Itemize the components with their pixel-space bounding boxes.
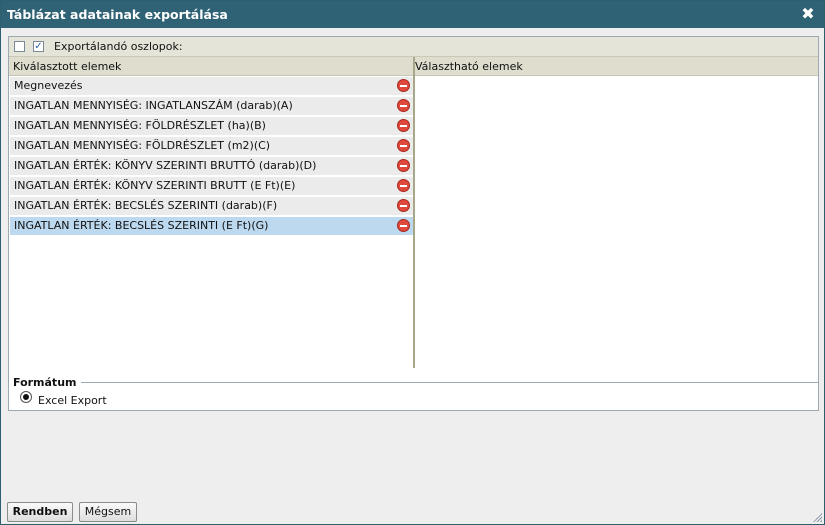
- select-all-checkbox[interactable]: ✓: [33, 41, 44, 52]
- dialog-titlebar[interactable]: Táblázat adatainak exportálása ✖: [1, 1, 824, 28]
- selected-items-list: Megnevezés INGATLAN MENNYISÉG: INGATLANS…: [10, 77, 413, 368]
- list-item[interactable]: INGATLAN ÉRTÉK: KÖNYV SZERINTI BRUTTÓ (d…: [10, 157, 413, 175]
- list-item[interactable]: INGATLAN MENNYISÉG: INGATLANSZÁM (darab)…: [10, 97, 413, 115]
- list-item[interactable]: INGATLAN MENNYISÉG: FÖLDRÉSZLET (ha)(B): [10, 117, 413, 135]
- list-item[interactable]: INGATLAN ÉRTÉK: KÖNYV SZERINTI BRUTT (E …: [10, 177, 413, 195]
- remove-icon[interactable]: [397, 159, 410, 172]
- select-none-checkbox[interactable]: [14, 41, 25, 52]
- export-dialog: Táblázat adatainak exportálása ✖ ✓ Expor…: [0, 0, 825, 525]
- remove-icon[interactable]: [397, 99, 410, 112]
- remove-icon[interactable]: [397, 199, 410, 212]
- format-divider: [77, 382, 818, 383]
- remove-icon[interactable]: [397, 119, 410, 132]
- columns-toolbar: ✓ Exportálandó oszlopok:: [9, 37, 818, 57]
- remove-icon[interactable]: [397, 139, 410, 152]
- excel-export-radio[interactable]: [20, 391, 32, 403]
- list-item-label: INGATLAN ÉRTÉK: KÖNYV SZERINTI BRUTTÓ (d…: [14, 159, 317, 172]
- list-item-label: INGATLAN MENNYISÉG: INGATLANSZÁM (darab)…: [14, 99, 293, 112]
- list-item-label: INGATLAN ÉRTÉK: KÖNYV SZERINTI BRUTT (E …: [14, 179, 296, 192]
- close-icon[interactable]: ✖: [800, 5, 816, 23]
- available-items-header: Választható elemek: [415, 60, 523, 73]
- format-section: Formátum Excel Export: [9, 376, 818, 410]
- list-item[interactable]: INGATLAN ÉRTÉK: BECSLÉS SZERINTI (darab)…: [10, 197, 413, 215]
- ok-button[interactable]: Rendben: [7, 502, 73, 522]
- list-item[interactable]: INGATLAN ÉRTÉK: BECSLÉS SZERINTI (E Ft)(…: [10, 217, 413, 235]
- cancel-button[interactable]: Mégsem: [79, 502, 137, 522]
- list-item-label: Megnevezés: [14, 79, 83, 92]
- available-items-list[interactable]: [415, 77, 816, 368]
- list-item-label: INGATLAN MENNYISÉG: FÖLDRÉSZLET (m2)(C): [14, 139, 271, 152]
- list-item-label: INGATLAN MENNYISÉG: FÖLDRÉSZLET (ha)(B): [14, 119, 266, 132]
- list-item-label: INGATLAN ÉRTÉK: BECSLÉS SZERINTI (E Ft)(…: [14, 219, 269, 232]
- list-item[interactable]: INGATLAN MENNYISÉG: FÖLDRÉSZLET (m2)(C): [10, 137, 413, 155]
- columns-panel: ✓ Exportálandó oszlopok: Kiválasztott el…: [8, 36, 819, 411]
- remove-icon[interactable]: [397, 219, 410, 232]
- remove-icon[interactable]: [397, 79, 410, 92]
- list-item[interactable]: Megnevezés: [10, 77, 413, 95]
- format-legend: Formátum: [13, 376, 81, 389]
- remove-icon[interactable]: [397, 179, 410, 192]
- selected-items-header: Kiválasztott elemek: [13, 60, 122, 73]
- dialog-title: Táblázat adatainak exportálása: [7, 7, 228, 22]
- resize-grip-icon[interactable]: [812, 512, 822, 522]
- excel-export-label[interactable]: Excel Export: [38, 394, 107, 407]
- export-columns-label: Exportálandó oszlopok:: [54, 40, 183, 53]
- list-item-label: INGATLAN ÉRTÉK: BECSLÉS SZERINTI (darab)…: [14, 199, 278, 212]
